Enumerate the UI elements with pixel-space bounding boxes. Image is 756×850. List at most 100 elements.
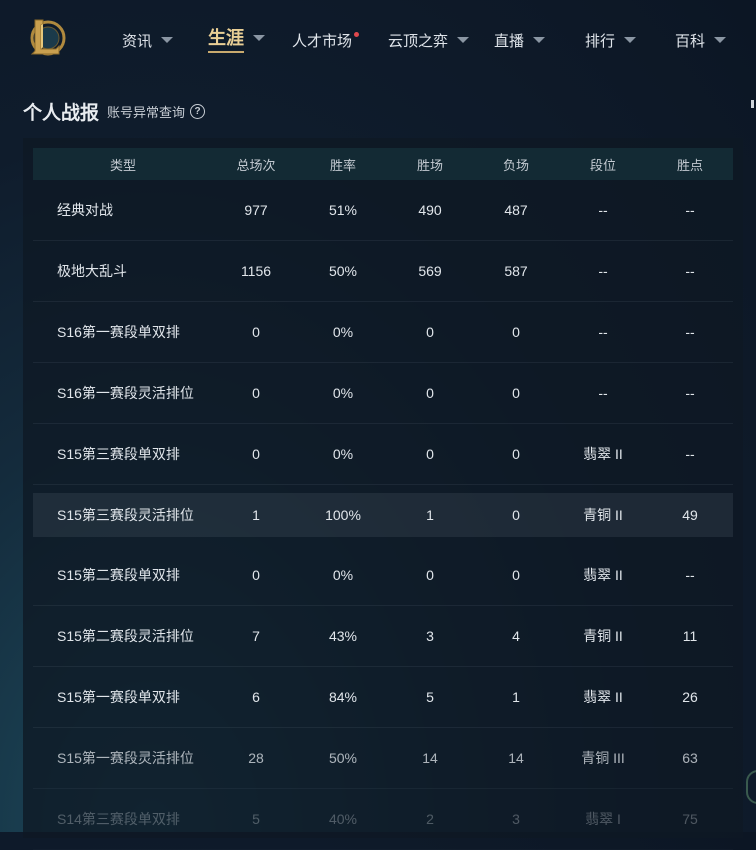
- chevron-down-icon: [714, 37, 727, 43]
- header-rank: 段位: [589, 157, 616, 173]
- cell-total: 7: [252, 628, 260, 644]
- cell-losses: 0: [512, 567, 520, 583]
- nav-label: 资讯: [122, 32, 153, 50]
- cell-rank: 翡翠 II: [583, 689, 623, 705]
- cell-winrate: 84%: [328, 689, 358, 705]
- nav-item-ranking[interactable]: 排行: [585, 28, 637, 52]
- header-total: 总场次: [236, 157, 276, 173]
- cell-lp: 63: [682, 750, 698, 766]
- nav-label: 直播: [494, 32, 525, 50]
- cell-losses: 0: [512, 324, 520, 340]
- table-row: S16第一赛段灵活排位 0 0% 0 0 -- --: [33, 363, 733, 424]
- table-row: S15第三赛段单双排 0 0% 0 0 翡翠 II --: [33, 424, 733, 485]
- cell-type: 经典对战: [57, 202, 113, 218]
- cell-losses: 0: [512, 507, 520, 523]
- cell-total: 0: [252, 567, 260, 583]
- cell-losses: 587: [504, 263, 528, 279]
- cell-lp: 75: [682, 811, 698, 827]
- chevron-down-icon: [624, 37, 637, 43]
- cell-type: S15第一赛段灵活排位: [57, 750, 194, 766]
- cell-lp: --: [685, 263, 695, 279]
- cell-lp: --: [685, 324, 695, 340]
- table-row: S15第一赛段单双排 6 84% 5 1 翡翠 II 26: [33, 667, 733, 728]
- top-navigation: 资讯 生涯 人才市场 云顶之弈 直播 排行 百科: [0, 0, 756, 80]
- cell-wins: 0: [426, 324, 434, 340]
- cell-total: 1: [252, 507, 260, 523]
- table-row: 极地大乱斗 1156 50% 569 587 -- --: [33, 241, 733, 302]
- cell-wins: 14: [422, 750, 438, 766]
- cell-wins: 1: [426, 507, 434, 523]
- cell-wins: 490: [418, 202, 442, 218]
- nav-item-career[interactable]: 生涯: [208, 24, 265, 53]
- cell-type: S15第三赛段灵活排位: [57, 507, 194, 523]
- nav-item-live[interactable]: 直播: [494, 28, 546, 52]
- account-anomaly-check-link[interactable]: 账号异常查询 ?: [107, 102, 206, 121]
- notification-dot-icon: [354, 31, 360, 37]
- cell-type: S15第二赛段灵活排位: [57, 628, 194, 644]
- header-lp: 胜点: [676, 157, 703, 173]
- nav-label: 百科: [675, 32, 706, 50]
- cell-winrate: 51%: [328, 202, 358, 218]
- table-row: S14第三赛段单双排 5 40% 2 3 翡翠 I 75: [33, 789, 733, 850]
- cell-winrate: 0%: [332, 385, 354, 401]
- cell-winrate: 43%: [328, 628, 358, 644]
- help-icon[interactable]: ?: [190, 104, 206, 119]
- nav-item-tft[interactable]: 云顶之弈: [388, 28, 470, 52]
- cell-losses: 3: [512, 811, 520, 827]
- nav-item-talent-market[interactable]: 人才市场: [292, 28, 360, 52]
- cell-type: S15第三赛段单双排: [57, 446, 180, 462]
- nav-label: 生涯: [208, 24, 244, 53]
- table-row: 经典对战 977 51% 490 487 -- --: [33, 180, 733, 241]
- cell-wins: 569: [418, 263, 442, 279]
- table-row: S16第一赛段单双排 0 0% 0 0 -- --: [33, 302, 733, 363]
- header-losses: 负场: [502, 157, 529, 173]
- cell-winrate: 0%: [332, 567, 354, 583]
- cell-rank: 翡翠 I: [585, 811, 621, 827]
- page-title: 个人战报: [23, 103, 100, 124]
- cell-rank: --: [598, 324, 608, 340]
- stats-panel: 类型 总场次 胜率 胜场 负场 段位 胜点 经典对战 977 51% 490 487 --…: [23, 138, 743, 838]
- nav-item-news[interactable]: 资讯: [122, 28, 174, 52]
- cell-wins: 0: [426, 567, 434, 583]
- scroll-top-button[interactable]: [746, 770, 756, 804]
- cell-lp: --: [685, 446, 695, 462]
- cell-rank: 翡翠 II: [583, 446, 623, 462]
- chevron-down-icon: [161, 37, 174, 43]
- cell-lp: 11: [682, 628, 698, 644]
- edge-marker: [751, 100, 754, 108]
- cell-total: 28: [248, 750, 264, 766]
- league-of-legends-logo[interactable]: [26, 16, 66, 60]
- cell-losses: 487: [504, 202, 528, 218]
- cell-total: 977: [244, 202, 268, 218]
- cell-rank: --: [598, 263, 608, 279]
- chevron-down-icon: [533, 37, 546, 43]
- nav-label: 人才市场: [292, 32, 353, 50]
- cell-type: S16第一赛段灵活排位: [57, 385, 194, 401]
- stats-table: 类型 总场次 胜率 胜场 负场 段位 胜点 经典对战 977 51% 490 487 --…: [33, 148, 733, 850]
- cell-total: 1156: [240, 263, 272, 279]
- cell-winrate: 0%: [332, 446, 354, 462]
- check-link-label: 账号异常查询: [107, 105, 186, 120]
- cell-lp: 49: [682, 507, 698, 523]
- cell-winrate: 100%: [325, 507, 361, 523]
- cell-total: 5: [252, 811, 260, 827]
- cell-winrate: 0%: [332, 324, 354, 340]
- cell-rank: 青铜 II: [583, 628, 623, 644]
- nav-item-wiki[interactable]: 百科: [675, 28, 727, 52]
- cell-losses: 0: [512, 446, 520, 462]
- cell-winrate: 40%: [328, 811, 358, 827]
- cell-rank: 青铜 II: [583, 507, 623, 523]
- cell-type: 极地大乱斗: [57, 263, 127, 279]
- cell-total: 0: [252, 446, 260, 462]
- table-row: S15第二赛段灵活排位 7 43% 3 4 青铜 II 11: [33, 606, 733, 667]
- cell-rank: --: [598, 385, 608, 401]
- cell-lp: 26: [682, 689, 698, 705]
- header-winrate: 胜率: [329, 157, 356, 173]
- cell-wins: 0: [426, 385, 434, 401]
- table-header: 类型 总场次 胜率 胜场 负场 段位 胜点: [33, 148, 733, 180]
- header-wins: 胜场: [416, 157, 443, 173]
- cell-lp: --: [685, 567, 695, 583]
- cell-type: S15第二赛段单双排: [57, 567, 180, 583]
- cell-losses: 4: [512, 628, 520, 644]
- nav-label: 云顶之弈: [388, 32, 449, 50]
